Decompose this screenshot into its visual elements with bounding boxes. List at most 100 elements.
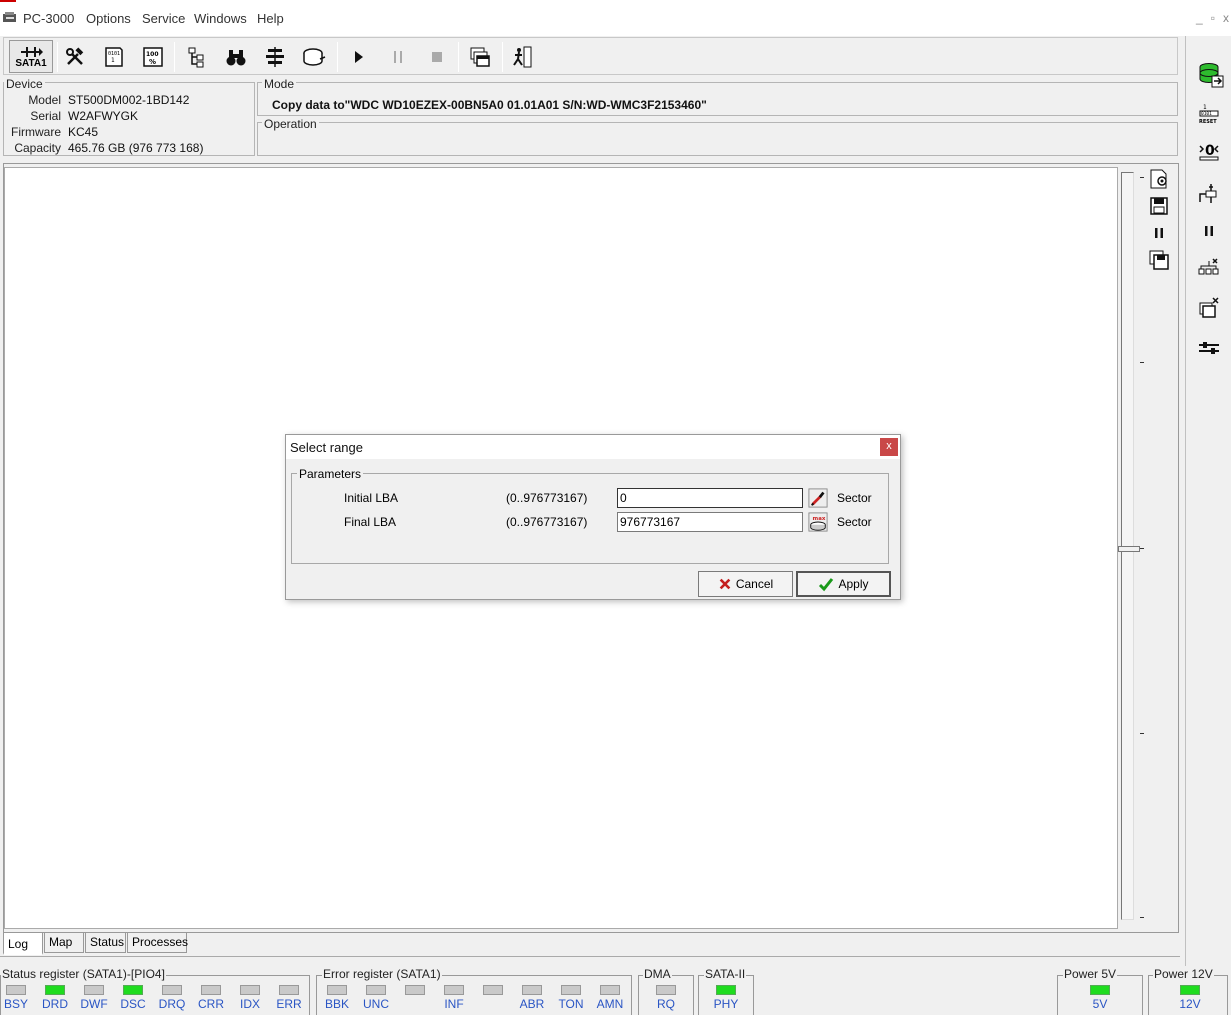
- status-register-label: Status register (SATA1)-[PIO4]: [1, 967, 166, 981]
- operation-group-label: Operation: [262, 117, 319, 131]
- tab-status[interactable]: Status: [85, 933, 126, 953]
- floppy-stack-icon: [1149, 250, 1169, 270]
- initial-lba-pick-button[interactable]: [807, 487, 829, 509]
- status-led-crr: [201, 985, 221, 995]
- device-group-label: Device: [4, 77, 45, 91]
- svg-text:RESET: RESET: [1199, 119, 1217, 124]
- final-lba-max-button[interactable]: max: [807, 511, 829, 533]
- final-lba-label: Final LBA: [344, 515, 397, 529]
- zero-fill-button[interactable]: 0: [1196, 138, 1222, 164]
- power-5v-led-label: 5V: [1092, 997, 1108, 1011]
- status-separator: [0, 956, 1180, 957]
- status-led-label: DRD: [42, 997, 68, 1011]
- sata1-port-button[interactable]: SATA1: [9, 40, 53, 73]
- menu-help[interactable]: Help: [257, 11, 284, 26]
- toolbar-separator: [57, 42, 58, 72]
- apply-button[interactable]: Apply: [796, 571, 891, 597]
- red-x-icon: [719, 578, 731, 590]
- restore-button[interactable]: ▫: [1211, 11, 1215, 25]
- error-led-label: ABR: [519, 997, 545, 1011]
- menu-options[interactable]: Options: [86, 11, 131, 26]
- minimize-button[interactable]: _: [1196, 11, 1203, 25]
- reset-button[interactable]: 1 0101 RESET: [1196, 100, 1222, 126]
- connect-button[interactable]: [1196, 180, 1222, 206]
- exit-button[interactable]: [507, 41, 537, 72]
- binary-page-icon: 01011: [105, 46, 123, 67]
- adjust-button[interactable]: [1196, 335, 1222, 361]
- windows-button[interactable]: [465, 41, 495, 72]
- status-led-label: IDX: [239, 997, 260, 1011]
- select-range-dialog: Select range x Parameters Initial LBA (0…: [285, 434, 901, 600]
- dialog-titlebar[interactable]: Select range x: [286, 435, 900, 459]
- cancel-button[interactable]: Cancel: [698, 571, 793, 597]
- tools-button[interactable]: [60, 41, 90, 72]
- save-log-button[interactable]: [1146, 193, 1172, 219]
- tab-map[interactable]: Map: [44, 933, 84, 953]
- track-tick: [1140, 548, 1144, 549]
- database-icon: [1199, 63, 1224, 88]
- track-tick: [1140, 177, 1144, 178]
- window-controls: _ ▫ x: [1196, 11, 1229, 25]
- pause-icon: [1155, 228, 1163, 238]
- pause-icon: [1205, 226, 1213, 236]
- windows-close-icon: [1199, 297, 1219, 318]
- cascade-windows-icon: [470, 47, 490, 67]
- database-button[interactable]: [1196, 60, 1226, 90]
- track-slider-thumb[interactable]: [1118, 546, 1140, 552]
- pause-button[interactable]: [383, 41, 413, 72]
- sector-editor-button[interactable]: 0101 1: [99, 41, 129, 72]
- percent-page-icon: 100%: [143, 46, 163, 67]
- initial-lba-label: Initial LBA: [344, 491, 399, 505]
- phy-label: PHY: [713, 997, 739, 1011]
- apply-label: Apply: [838, 577, 869, 591]
- save-as-button[interactable]: [1146, 247, 1172, 273]
- dialog-close-button[interactable]: x: [880, 438, 898, 456]
- doc-gear-icon: [1150, 169, 1167, 189]
- stop-button[interactable]: [422, 41, 452, 72]
- phy-led: [716, 985, 736, 995]
- zero-drive-icon: 0: [1199, 143, 1219, 161]
- initial-lba-range: (0..976773167): [506, 491, 588, 505]
- model-key: Model: [28, 93, 61, 107]
- error-led-inf: [444, 985, 464, 995]
- tab-log[interactable]: Log: [3, 933, 43, 955]
- sata1-label: SATA1: [15, 58, 47, 69]
- final-lba-input[interactable]: [617, 512, 803, 532]
- status-led-label: DRQ: [158, 997, 186, 1011]
- floppy-icon: [1150, 197, 1168, 215]
- final-lba-unit: Sector: [837, 515, 872, 529]
- align-button[interactable]: [260, 41, 290, 72]
- pause-log-button[interactable]: [1146, 220, 1172, 246]
- pause-all-button[interactable]: [1196, 218, 1222, 244]
- error-register-label: Error register (SATA1): [322, 967, 442, 981]
- toolbar-separator: [502, 42, 503, 72]
- search-button[interactable]: [221, 41, 251, 72]
- svg-text:1: 1: [1203, 104, 1207, 111]
- plug-icon: [1199, 184, 1217, 203]
- tree-view-button[interactable]: [182, 41, 212, 72]
- disk-button[interactable]: [299, 41, 329, 72]
- close-windows-button[interactable]: [1196, 295, 1222, 321]
- close-window-button[interactable]: x: [1223, 11, 1229, 25]
- track-tick: [1140, 917, 1144, 918]
- error-led-label: INF: [444, 997, 464, 1011]
- start-button[interactable]: [344, 41, 374, 72]
- network-button[interactable]: [1196, 254, 1222, 280]
- menu-service[interactable]: Service: [142, 11, 185, 26]
- capacity-key: Capacity: [14, 141, 61, 155]
- tab-processes[interactable]: Processes: [127, 933, 188, 953]
- operation-panel: [257, 122, 1178, 156]
- power-5v-label: Power 5V: [1063, 967, 1118, 981]
- firmware-value: KC45: [68, 125, 99, 139]
- percent-test-button[interactable]: 100%: [138, 41, 168, 72]
- capacity-value: 465.76 GB (976 773 168): [68, 141, 204, 155]
- power-12v-led-label: 12V: [1179, 997, 1201, 1011]
- status-led-label: ERR: [276, 997, 302, 1011]
- initial-lba-input[interactable]: [617, 488, 803, 508]
- svg-text:100: 100: [146, 51, 159, 58]
- menu-windows[interactable]: Windows: [194, 11, 247, 26]
- mode-group-label: Mode: [262, 77, 297, 91]
- disk-icon: [303, 47, 326, 66]
- error-led-ton: [561, 985, 581, 995]
- settings-doc-button[interactable]: [1146, 166, 1172, 192]
